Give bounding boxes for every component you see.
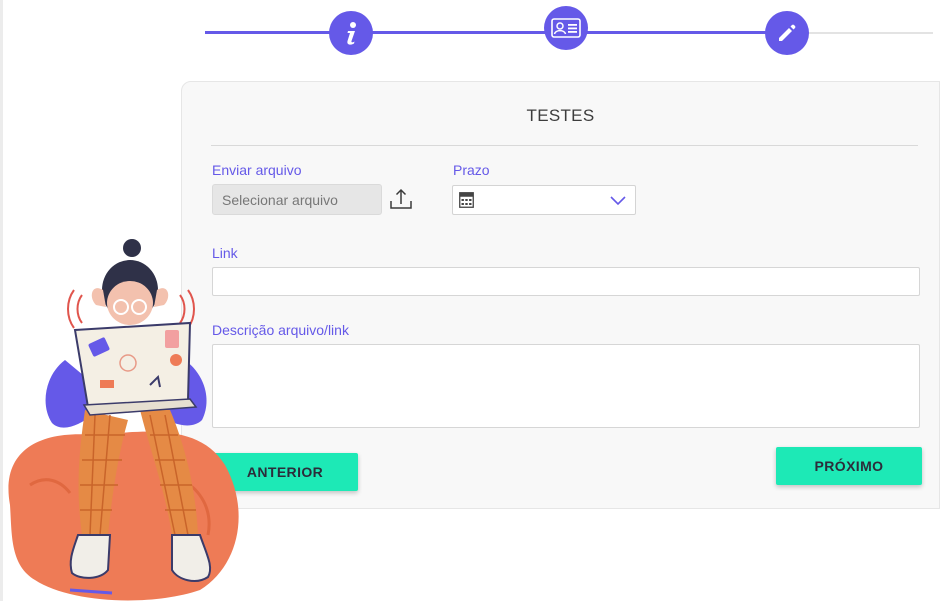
id-card-icon — [551, 18, 581, 38]
info-icon — [347, 22, 356, 45]
description-textarea[interactable] — [212, 344, 920, 428]
deadline-label: Prazo — [453, 162, 490, 178]
stepper-line-completed — [205, 31, 785, 34]
progress-stepper — [0, 0, 940, 70]
step-info[interactable] — [329, 11, 373, 55]
pencil-icon — [779, 24, 796, 41]
title-divider — [211, 145, 918, 146]
step-profile[interactable] — [544, 6, 588, 50]
calendar-icon — [459, 192, 474, 208]
step-edit[interactable] — [765, 11, 809, 55]
next-button[interactable]: PRÓXIMO — [776, 447, 922, 485]
upload-label: Enviar arquivo — [212, 162, 302, 178]
form-title: TESTES — [526, 106, 595, 125]
deadline-select[interactable] — [452, 185, 636, 215]
upload-icon[interactable] — [388, 186, 414, 212]
chevron-down-icon — [610, 196, 626, 206]
select-file-button[interactable]: Selecionar arquivo — [212, 184, 382, 215]
person-with-laptop-illustration — [8, 239, 239, 601]
link-input[interactable] — [212, 267, 920, 296]
